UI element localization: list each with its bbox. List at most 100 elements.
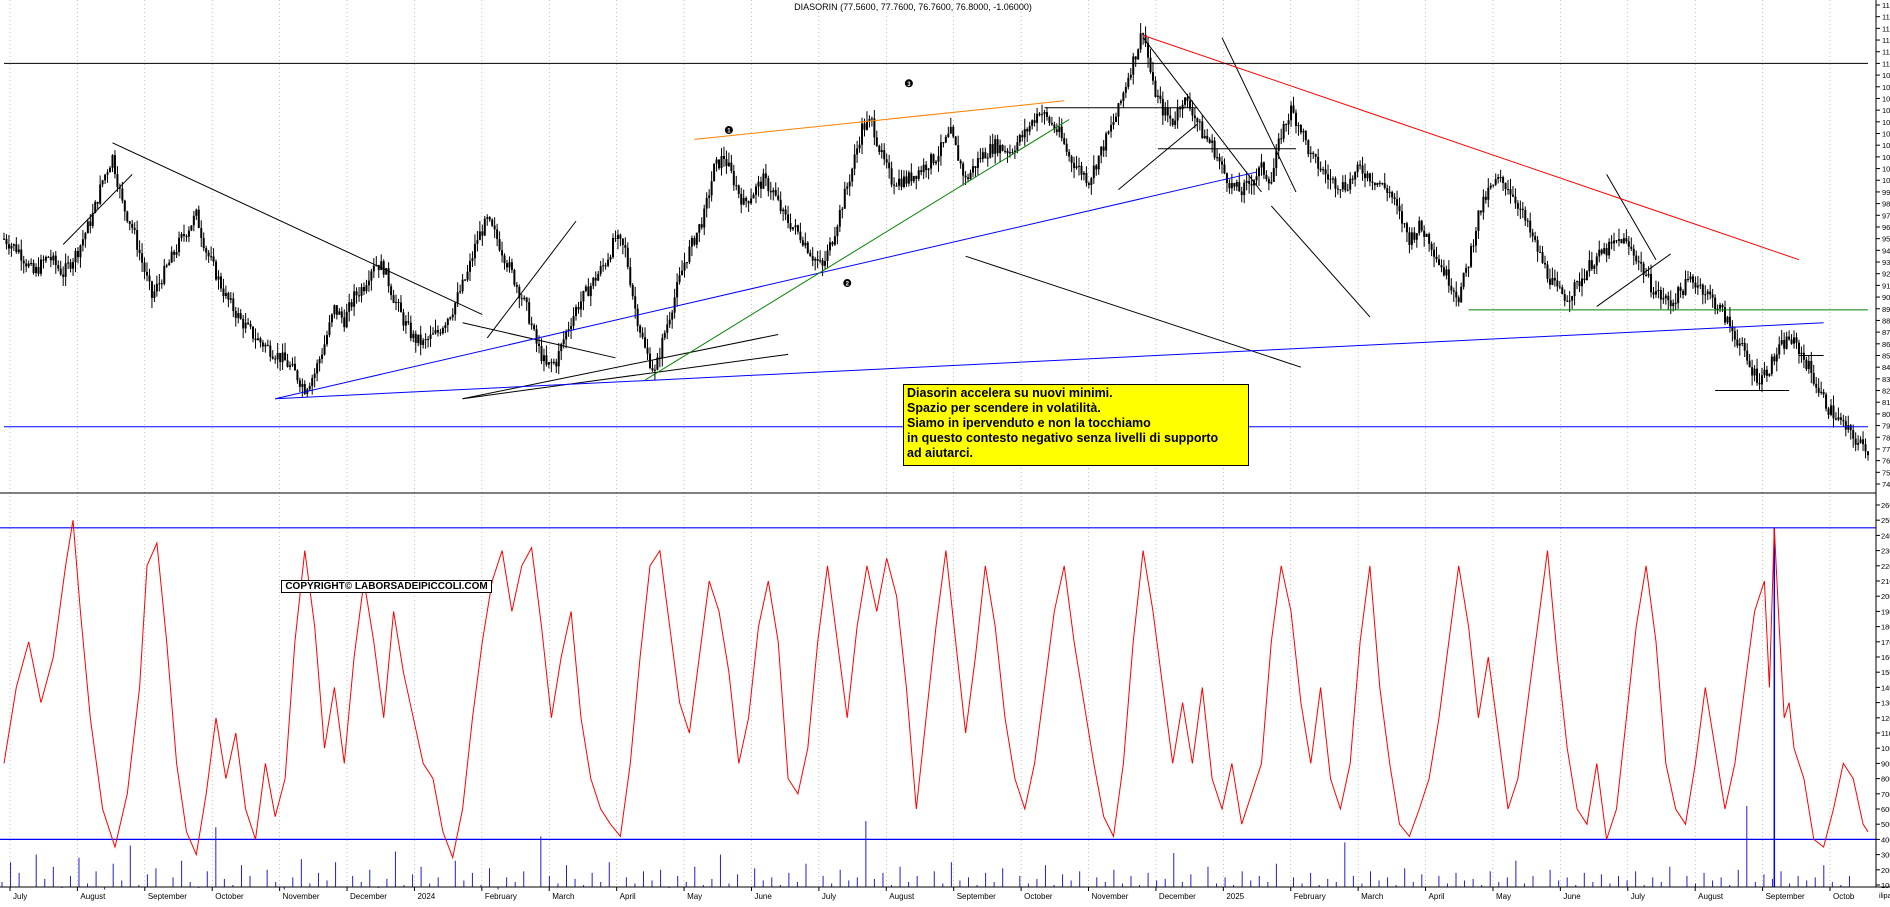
price-body — [338, 311, 341, 315]
price-body — [710, 181, 713, 196]
price-body — [1420, 220, 1423, 231]
price-body — [27, 263, 30, 267]
price-body — [340, 311, 343, 318]
price-body — [1558, 286, 1561, 288]
y-tick-label: 2000 — [1881, 866, 1890, 875]
price-body — [192, 215, 195, 226]
price-body — [523, 297, 526, 300]
price-body — [1847, 425, 1850, 430]
price-body — [12, 244, 15, 246]
x-tick-label: May — [1496, 892, 1511, 901]
price-body — [1566, 300, 1569, 302]
price-body — [1820, 391, 1823, 393]
price-body — [148, 275, 151, 282]
price-body — [308, 386, 311, 390]
price-body — [550, 362, 553, 364]
price-body — [631, 285, 634, 297]
price-body — [197, 209, 200, 228]
price-body — [1583, 278, 1586, 281]
y-tick-label: 81 — [1882, 398, 1890, 407]
price-body — [395, 302, 398, 304]
price-body — [515, 284, 518, 287]
price-body — [836, 226, 839, 237]
price-body — [572, 315, 575, 327]
price-body — [811, 256, 814, 261]
price-body — [180, 234, 183, 238]
price-body — [1625, 238, 1628, 242]
price-body — [1292, 105, 1295, 113]
price-body — [1142, 33, 1145, 35]
price-body — [133, 227, 136, 231]
price-body — [1817, 387, 1820, 393]
price-body — [1499, 177, 1502, 179]
price-body — [597, 273, 600, 281]
price-body — [1709, 291, 1712, 295]
price-body — [330, 314, 333, 323]
annotation-line: in questo contesto negativo senza livell… — [907, 431, 1219, 445]
price-body — [289, 365, 292, 367]
price-body — [1171, 118, 1174, 126]
price-body — [1487, 187, 1490, 200]
price-body — [671, 312, 674, 320]
price-body — [190, 225, 193, 231]
price-body — [1181, 104, 1184, 110]
price-body — [1743, 343, 1746, 351]
price-body — [259, 338, 262, 343]
y-tick-label: 17000 — [1881, 638, 1890, 647]
price-body — [1351, 178, 1354, 180]
price-body — [1455, 291, 1458, 298]
y-tick-label: 9000 — [1881, 759, 1890, 768]
price-body — [1287, 120, 1290, 125]
price-body — [1364, 173, 1367, 179]
y-tick-label: 83 — [1882, 375, 1890, 384]
price-body — [1119, 100, 1122, 104]
price-body — [693, 238, 696, 245]
price-body — [1551, 277, 1554, 285]
price-body — [239, 313, 242, 319]
price-body — [1156, 95, 1159, 97]
price-body — [1206, 135, 1209, 140]
price-body — [540, 345, 543, 362]
price-body — [1637, 261, 1640, 263]
price-body — [20, 249, 23, 261]
price-body — [146, 271, 149, 276]
price-body — [831, 242, 834, 245]
price-body — [1617, 239, 1620, 241]
price-body — [809, 252, 812, 257]
price-body — [1502, 177, 1505, 184]
price-body — [937, 156, 940, 162]
price-body — [510, 262, 513, 271]
price-body — [25, 263, 28, 267]
price-body — [1492, 184, 1495, 186]
price-body — [1632, 248, 1635, 256]
price-body — [1090, 178, 1093, 186]
price-body — [1756, 368, 1759, 383]
price-body — [1216, 157, 1219, 159]
price-body — [1437, 259, 1440, 266]
y-tick-label: 77 — [1882, 445, 1890, 454]
x-tick-label: Octob — [1833, 892, 1855, 901]
price-body — [372, 265, 375, 272]
price-body — [274, 358, 277, 360]
price-body — [1371, 181, 1374, 183]
price-body — [562, 339, 565, 345]
price-body — [1832, 405, 1835, 419]
price-body — [1314, 154, 1317, 157]
price-body — [153, 291, 156, 298]
price-body — [212, 256, 215, 262]
price-body — [1050, 122, 1053, 125]
price-body — [629, 267, 632, 286]
price-body — [678, 275, 681, 283]
price-body — [1073, 162, 1076, 169]
price-body — [1857, 442, 1860, 445]
price-body — [1457, 297, 1460, 303]
price-body — [1738, 343, 1741, 346]
price-body — [1129, 74, 1132, 78]
x-tick-label: November — [283, 892, 320, 901]
price-body — [402, 312, 405, 326]
price-body — [1524, 209, 1527, 221]
price-body — [1844, 421, 1847, 430]
price-body — [626, 247, 629, 268]
price-body — [1294, 112, 1297, 126]
price-body — [165, 265, 168, 267]
